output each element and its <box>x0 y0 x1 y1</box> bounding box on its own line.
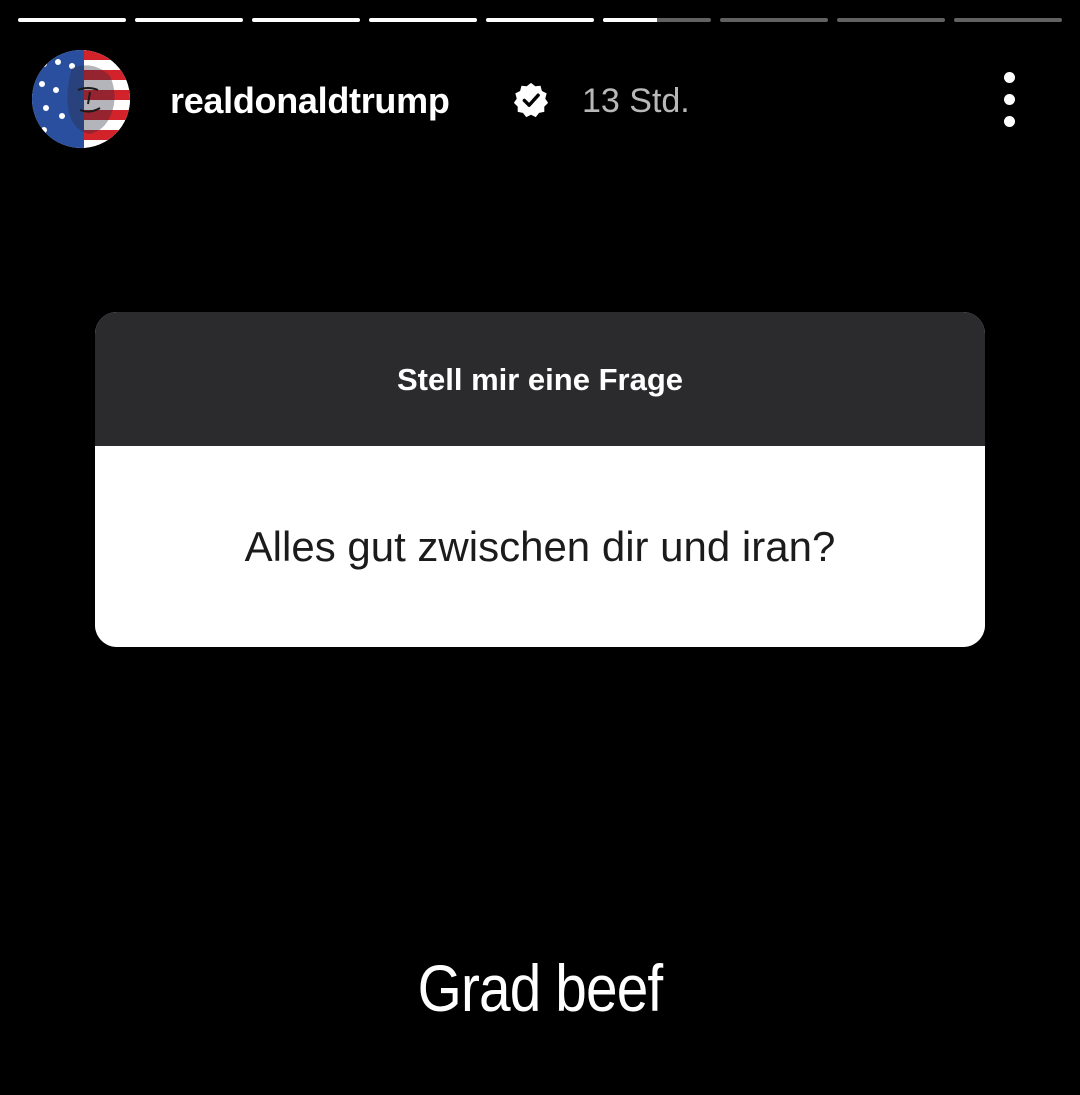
question-sticker: Stell mir eine Frage Alles gut zwischen … <box>95 312 985 647</box>
post-time: 13 Std. <box>582 82 690 120</box>
username[interactable]: realdonaldtrump <box>170 80 450 122</box>
question-text: Alles gut zwischen dir und iran? <box>244 522 836 570</box>
avatar-image <box>32 50 130 148</box>
more-options-icon[interactable] <box>990 70 1030 130</box>
progress-segment <box>603 18 711 22</box>
progress-segment <box>18 18 126 22</box>
verified-badge-icon <box>513 82 549 118</box>
progress-segment <box>369 18 477 22</box>
question-sticker-header: Stell mir eine Frage <box>95 312 985 446</box>
profile-avatar[interactable] <box>32 50 130 148</box>
story-header: realdonaldtrump 13 Std. <box>32 50 1048 150</box>
progress-segment <box>837 18 945 22</box>
story-progress-bar <box>18 18 1062 24</box>
progress-segment <box>954 18 1062 22</box>
answer-text: Grad beef <box>417 951 664 1025</box>
progress-segment <box>135 18 243 22</box>
question-sticker-title: Stell mir eine Frage <box>397 362 683 397</box>
progress-segment <box>486 18 594 22</box>
progress-segment <box>252 18 360 22</box>
progress-segment <box>720 18 828 22</box>
question-sticker-body: Alles gut zwischen dir und iran? <box>95 446 985 647</box>
